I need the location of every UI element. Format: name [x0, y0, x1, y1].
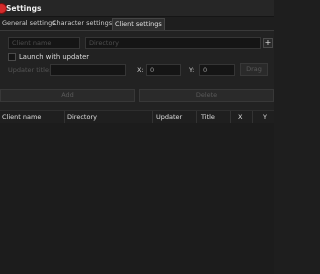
- column-divider[interactable]: [230, 111, 231, 123]
- column-updater[interactable]: Updater: [156, 113, 182, 121]
- y-position-input[interactable]: [199, 64, 235, 76]
- updater-title-label: Updater title:: [8, 66, 52, 74]
- column-divider[interactable]: [64, 111, 65, 123]
- column-y[interactable]: Y: [263, 113, 267, 121]
- launch-with-updater-checkbox[interactable]: [8, 53, 16, 61]
- add-button[interactable]: Add: [0, 89, 135, 102]
- column-title[interactable]: Title: [201, 113, 215, 121]
- tab-client-settings[interactable]: Client settings: [112, 18, 165, 30]
- client-name-input[interactable]: [8, 37, 80, 49]
- x-position-input[interactable]: [146, 64, 181, 76]
- column-divider[interactable]: [252, 111, 253, 123]
- drag-button[interactable]: Drag: [240, 63, 268, 76]
- x-label: X:: [137, 66, 144, 74]
- window-title: Settings: [6, 4, 42, 13]
- directory-input[interactable]: [85, 37, 261, 49]
- clients-table-header: Client name Directory Updater Title X Y: [0, 110, 274, 124]
- browse-directory-button[interactable]: +: [263, 38, 273, 48]
- y-label: Y:: [189, 66, 195, 74]
- column-client-name[interactable]: Client name: [2, 113, 41, 121]
- delete-button[interactable]: Delete: [139, 89, 274, 102]
- title-bar: Settings: [0, 0, 274, 17]
- column-divider[interactable]: [196, 111, 197, 123]
- updater-title-input[interactable]: [50, 64, 126, 76]
- column-divider[interactable]: [152, 111, 153, 123]
- clients-table-body[interactable]: [0, 123, 274, 274]
- tab-bar: General settings Character settings Clie…: [0, 17, 274, 31]
- column-directory[interactable]: Directory: [67, 113, 97, 121]
- tab-general-settings[interactable]: General settings: [0, 18, 58, 29]
- tab-character-settings[interactable]: Character settings: [50, 18, 114, 29]
- launch-with-updater-label: Launch with updater: [19, 53, 90, 61]
- column-x[interactable]: X: [238, 113, 242, 121]
